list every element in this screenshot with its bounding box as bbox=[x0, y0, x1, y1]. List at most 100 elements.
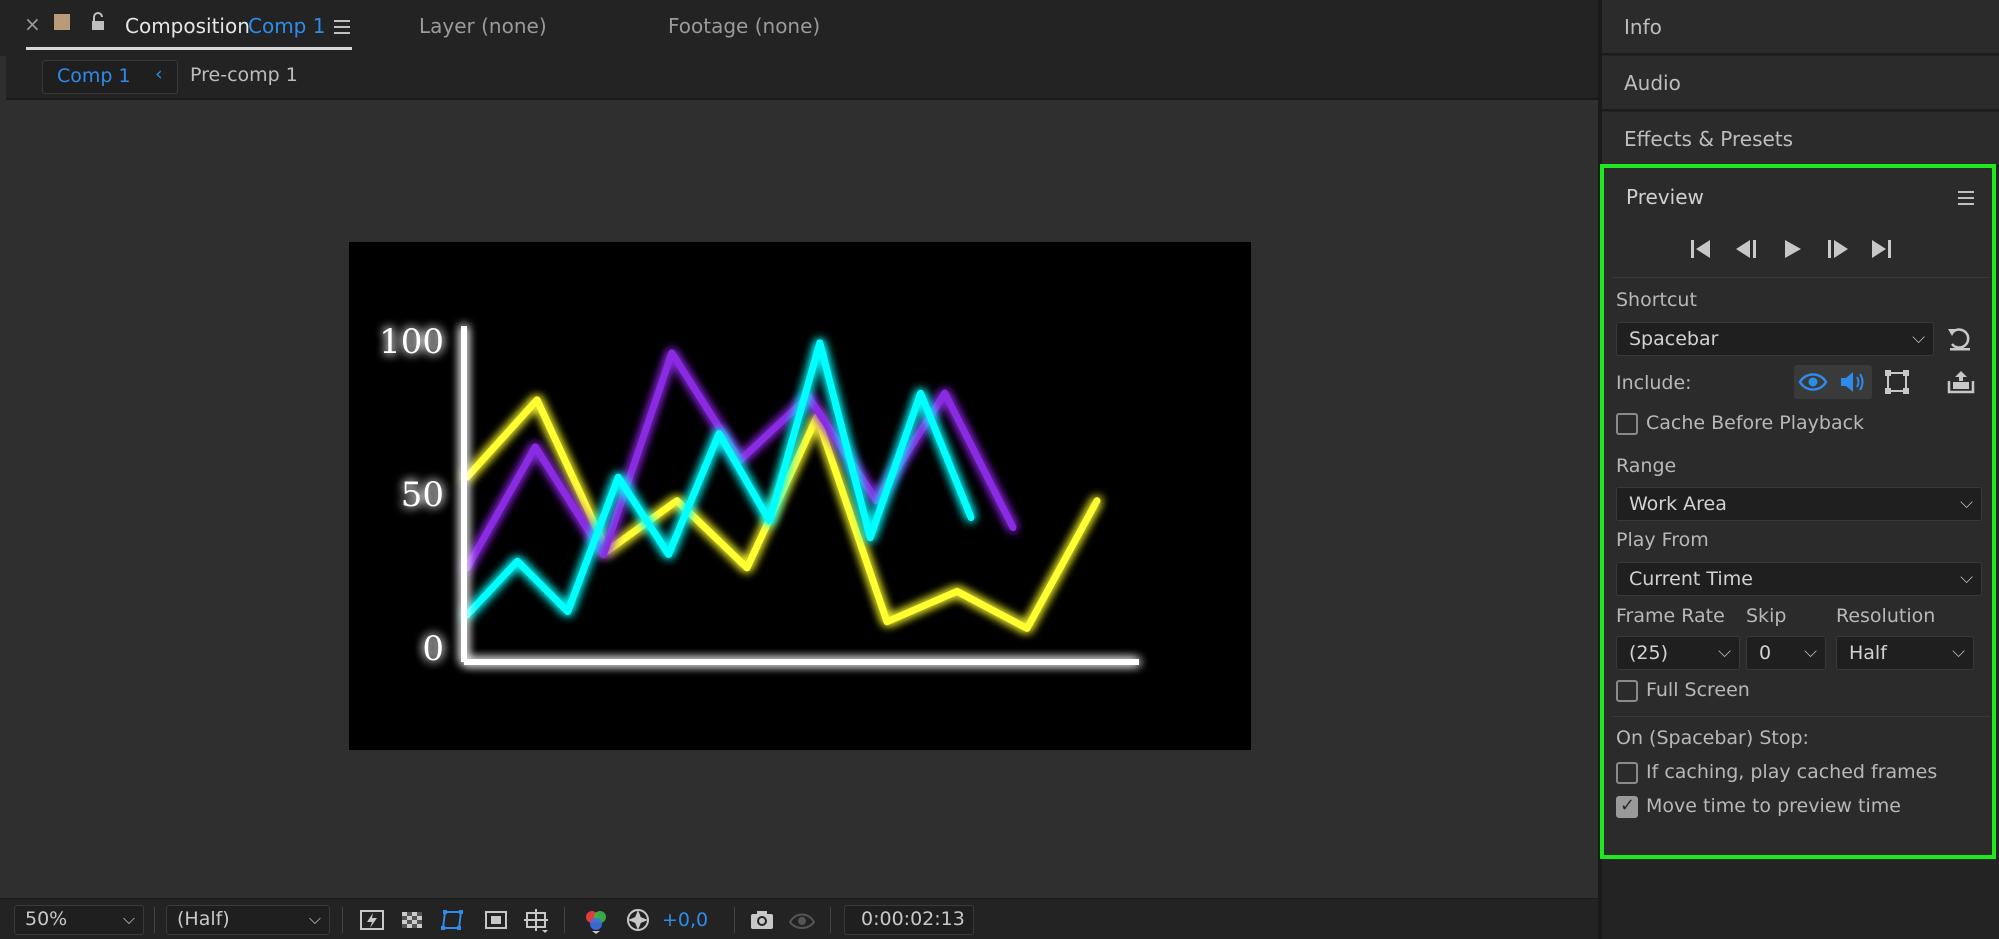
tab-composition[interactable]: × Composition Comp 1 bbox=[24, 0, 352, 52]
cache-before-playback-label: Cache Before Playback bbox=[1646, 412, 1865, 434]
active-tab-indicator bbox=[26, 47, 352, 50]
shortcut-dropdown[interactable]: Spacebar ⌵ bbox=[1616, 322, 1934, 356]
divider bbox=[1612, 277, 1990, 278]
panel-effects-presets[interactable]: Effects & Presets bbox=[1602, 112, 1999, 167]
close-tab-icon[interactable]: × bbox=[24, 12, 41, 36]
grid-guides-icon[interactable] bbox=[522, 906, 550, 934]
composition-breadcrumbs: Comp 1 ‹ Pre-comp 1 bbox=[6, 56, 1598, 100]
composition-canvas[interactable]: 100 50 0 bbox=[349, 242, 1251, 750]
resolution-dropdown[interactable]: (Half) ⌵ bbox=[166, 905, 330, 935]
frame-rate-label: Frame Rate bbox=[1616, 605, 1725, 627]
export-range-icon[interactable] bbox=[1946, 369, 1976, 395]
y-tick-label-0: 0 bbox=[422, 629, 444, 669]
mask-path-visibility-icon[interactable] bbox=[438, 906, 466, 934]
resolution-label: Resolution bbox=[1836, 605, 1936, 627]
y-tick-label-50: 50 bbox=[401, 475, 444, 515]
chevron-down-icon: ⌵ bbox=[1912, 328, 1925, 348]
chevron-down-icon: ⌵ bbox=[1718, 642, 1731, 662]
overlays-layer-controls-icon[interactable] bbox=[1882, 369, 1912, 395]
breadcrumb-pre-comp-1[interactable]: Pre-comp 1 bbox=[190, 64, 298, 86]
range-value: Work Area bbox=[1629, 493, 1727, 515]
audio-speaker-icon[interactable] bbox=[1838, 369, 1868, 395]
camera-snapshot-icon[interactable] bbox=[748, 906, 776, 934]
move-time-checkbox[interactable] bbox=[1616, 795, 1638, 818]
composition-color-swatch-icon bbox=[54, 14, 70, 30]
chevron-down-icon: ⌵ bbox=[308, 909, 321, 928]
panel-audio-title: Audio bbox=[1624, 71, 1681, 95]
breadcrumb-comp-1-label: Comp 1 bbox=[57, 65, 131, 87]
chevron-down-icon: ⌵ bbox=[1960, 568, 1973, 588]
tab-composition-label: Composition bbox=[125, 14, 250, 38]
preview-panel: Preview Shortcut Spacebar ⌵ Include: Cac… bbox=[1602, 165, 1996, 860]
skip-value: 0 bbox=[1759, 642, 1772, 664]
play-from-value: Current Time bbox=[1629, 568, 1753, 590]
skip-label: Skip bbox=[1746, 605, 1787, 627]
range-dropdown[interactable]: Work Area ⌵ bbox=[1616, 487, 1982, 521]
chart-series-line-3 bbox=[463, 339, 975, 619]
play-from-dropdown[interactable]: Current Time ⌵ bbox=[1616, 562, 1982, 596]
video-eye-icon[interactable] bbox=[1798, 369, 1828, 395]
if-caching-checkbox[interactable] bbox=[1616, 762, 1638, 784]
panel-info-title: Info bbox=[1624, 15, 1662, 39]
full-screen-label: Full Screen bbox=[1646, 679, 1750, 701]
last-frame-icon[interactable] bbox=[1868, 237, 1894, 261]
lock-open-icon[interactable] bbox=[90, 12, 106, 32]
panel-info[interactable]: Info bbox=[1602, 0, 1999, 55]
chevron-down-icon: ⌵ bbox=[1952, 642, 1965, 662]
preview-resolution-value: Half bbox=[1849, 642, 1887, 664]
move-time-label: Move time to preview time bbox=[1646, 795, 1901, 817]
fast-previews-icon[interactable] bbox=[358, 906, 386, 934]
divider bbox=[564, 907, 565, 933]
neon-line-chart: 100 50 0 bbox=[379, 322, 1139, 669]
shortcut-value: Spacebar bbox=[1629, 328, 1719, 350]
divider bbox=[1612, 716, 1990, 717]
panel-menu-icon[interactable] bbox=[1958, 191, 1974, 205]
skip-dropdown[interactable]: 0 ⌵ bbox=[1746, 636, 1826, 670]
channel-rgb-icon[interactable] bbox=[582, 906, 610, 934]
play-from-label: Play From bbox=[1616, 529, 1709, 551]
include-label: Include: bbox=[1616, 372, 1692, 394]
previous-frame-icon[interactable] bbox=[1734, 237, 1760, 261]
panel-effects-title: Effects & Presets bbox=[1624, 127, 1794, 151]
region-of-interest-icon[interactable] bbox=[482, 906, 510, 934]
zoom-value: 50% bbox=[25, 908, 68, 930]
tab-layer[interactable]: Layer (none) bbox=[419, 14, 547, 38]
resolution-dropdown[interactable]: Half ⌵ bbox=[1836, 636, 1974, 670]
chart-series-line-2 bbox=[463, 349, 1017, 572]
exposure-value[interactable]: +0,0 bbox=[662, 909, 708, 931]
show-snapshot-icon[interactable] bbox=[788, 906, 816, 934]
frame-rate-dropdown[interactable]: (25) ⌵ bbox=[1616, 636, 1740, 670]
next-frame-icon[interactable] bbox=[1824, 237, 1850, 261]
divider bbox=[154, 907, 155, 933]
composition-tab-bar: × Composition Comp 1 Layer (none) Footag… bbox=[0, 0, 1598, 56]
divider bbox=[342, 907, 343, 933]
transparency-grid-icon[interactable] bbox=[398, 906, 426, 934]
full-screen-checkbox[interactable] bbox=[1616, 680, 1638, 702]
breadcrumb-comp-1[interactable]: Comp 1 ‹ bbox=[42, 60, 178, 94]
if-caching-label: If caching, play cached frames bbox=[1646, 761, 1938, 783]
panel-audio[interactable]: Audio bbox=[1602, 56, 1999, 111]
composition-bottom-toolbar: 50% ⌵ (Half) ⌵ +0,0 0:00:02:13 bbox=[0, 898, 1598, 939]
divider bbox=[830, 907, 831, 933]
cache-before-playback-checkbox[interactable] bbox=[1616, 413, 1638, 435]
chevron-down-icon: ⌵ bbox=[122, 909, 135, 928]
reset-exposure-icon[interactable] bbox=[624, 906, 652, 934]
timecode-value: 0:00:02:13 bbox=[861, 908, 965, 930]
chevron-down-icon: ⌵ bbox=[1960, 493, 1973, 513]
on-stop-label: On (Spacebar) Stop: bbox=[1616, 727, 1809, 749]
range-label: Range bbox=[1616, 455, 1677, 477]
first-frame-icon[interactable] bbox=[1688, 237, 1714, 261]
chevron-down-icon: ⌵ bbox=[1804, 642, 1817, 662]
panel-menu-icon[interactable] bbox=[334, 20, 350, 34]
zoom-dropdown[interactable]: 50% ⌵ bbox=[14, 905, 144, 935]
play-icon[interactable] bbox=[1780, 237, 1806, 261]
reset-shortcut-icon[interactable] bbox=[1946, 326, 1974, 352]
tab-footage[interactable]: Footage (none) bbox=[668, 14, 820, 38]
tab-composition-name: Comp 1 bbox=[248, 14, 326, 38]
preview-title: Preview bbox=[1626, 185, 1704, 209]
current-time-display[interactable]: 0:00:02:13 bbox=[844, 905, 974, 935]
resolution-value: (Half) bbox=[177, 908, 230, 930]
shortcut-label: Shortcut bbox=[1616, 289, 1697, 311]
y-tick-label-100: 100 bbox=[379, 322, 444, 362]
divider bbox=[734, 907, 735, 933]
